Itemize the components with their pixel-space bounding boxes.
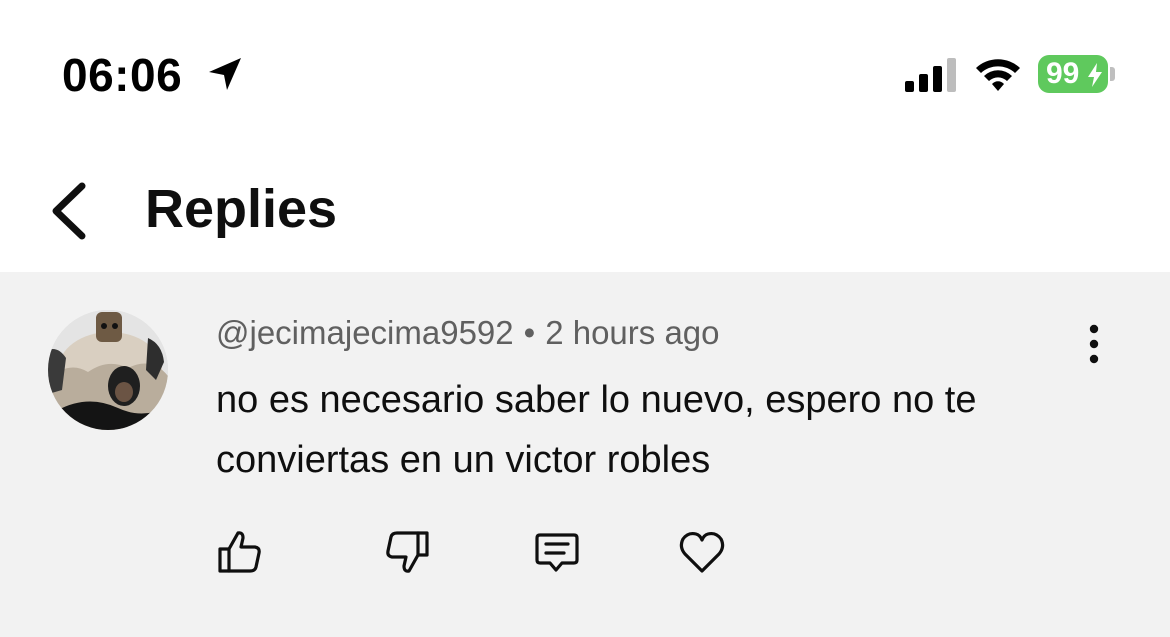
heart-button[interactable] [677,527,727,577]
back-button[interactable] [38,176,102,246]
dislike-button[interactable] [383,527,433,577]
location-arrow-icon [209,58,241,90]
like-button[interactable] [214,527,264,577]
cellular-signal-icon [905,58,956,92]
avatar-image [48,310,168,430]
status-time: 06:06 [62,49,183,101]
thumbs-up-icon [218,531,261,573]
reply-comment-icon [535,533,579,572]
comment-author[interactable]: @jecimajecima9592 [216,314,514,351]
battery-cap [1110,67,1115,81]
reply-button[interactable] [532,527,582,577]
battery-level: 99 [1046,57,1080,90]
page-title: Replies [145,179,338,239]
screen: 06:06 99 Replies @jecimajecima9592 • 2 h… [0,0,1170,637]
header: Replies [0,150,1170,272]
chevron-left-icon [52,182,86,240]
heart-icon [679,531,725,573]
avatar[interactable] [48,310,168,430]
comment-meta: @jecimajecima9592 • 2 hours ago [216,314,720,352]
meta-separator: • [523,314,536,351]
comment-actions [0,527,1170,587]
comment-card: @jecimajecima9592 • 2 hours ago no es nece… [0,272,1170,637]
thumbs-down-icon [386,531,429,573]
status-bar: 06:06 99 [0,0,1170,150]
charging-bolt-icon [1088,63,1102,87]
comment-text: no es necesario saber lo nuevo, espero n… [216,379,977,481]
wifi-icon [976,59,1020,91]
comment-timestamp: 2 hours ago [545,314,720,351]
vertical-ellipsis-icon[interactable] [1076,322,1112,368]
